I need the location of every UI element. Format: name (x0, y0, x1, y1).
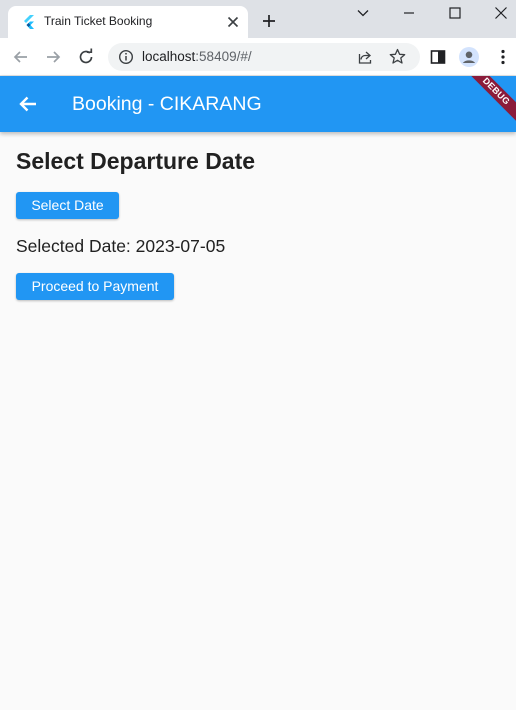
chevron-down-icon[interactable] (354, 4, 372, 22)
page-title: Select Departure Date (16, 148, 256, 174)
browser-tab[interactable]: Train Ticket Booking (8, 6, 248, 38)
selected-date-text: Selected Date: 2023-07-05 (16, 236, 226, 256)
arrow-back-icon[interactable] (17, 93, 39, 115)
close-icon[interactable] (226, 15, 240, 29)
info-icon[interactable] (118, 49, 134, 65)
tab-title: Train Ticket Booking (44, 14, 153, 28)
close-window-icon[interactable] (492, 4, 510, 22)
forward-icon[interactable] (44, 48, 62, 66)
app-bar: Booking - CIKARANG (0, 76, 516, 132)
url-path: :58409/#/ (195, 49, 252, 64)
browser-tabstrip: Train Ticket Booking (0, 0, 516, 38)
url-host: localhost (142, 49, 196, 64)
share-icon[interactable] (357, 49, 373, 65)
maximize-icon[interactable] (446, 4, 464, 22)
browser-toolbar: localhost:58409/#/ (0, 38, 516, 76)
flutter-logo-icon (24, 15, 34, 29)
plus-icon[interactable] (261, 13, 277, 29)
app-bar-title: Booking - CIKARANG (72, 93, 262, 115)
url-text: localhost:58409/#/ (142, 49, 252, 64)
profile-icon[interactable] (459, 47, 479, 67)
side-panel-icon[interactable] (428, 47, 448, 67)
minimize-icon[interactable] (400, 4, 418, 22)
back-icon[interactable] (12, 48, 30, 66)
proceed-to-payment-button[interactable]: Proceed to Payment (16, 273, 174, 300)
address-bar[interactable]: localhost:58409/#/ (108, 43, 420, 71)
star-icon[interactable] (389, 48, 406, 65)
reload-icon[interactable] (77, 48, 95, 66)
menu-icon[interactable] (493, 47, 513, 67)
select-date-button[interactable]: Select Date (16, 192, 119, 219)
